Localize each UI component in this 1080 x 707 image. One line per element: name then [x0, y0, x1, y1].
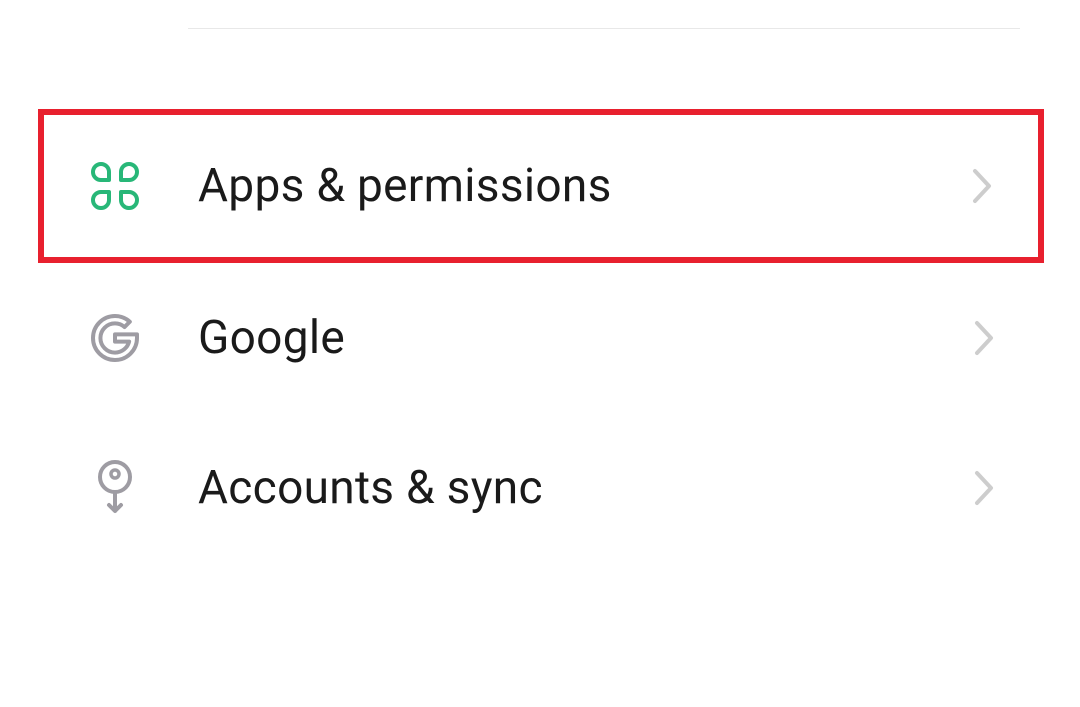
settings-item-accounts-sync[interactable]: Accounts & sync: [0, 413, 1080, 563]
settings-item-label: Accounts & sync: [198, 461, 968, 515]
google-icon: [88, 311, 142, 365]
apps-grid-icon: [88, 159, 142, 213]
chevron-right-icon: [966, 160, 998, 212]
settings-item-google[interactable]: Google: [0, 263, 1080, 413]
settings-item-label: Apps & permissions: [198, 159, 966, 213]
key-icon: [88, 461, 142, 515]
section-spacer: [0, 29, 1080, 109]
settings-item-label: Google: [198, 311, 968, 365]
settings-item-apps-permissions[interactable]: Apps & permissions: [44, 115, 1038, 257]
chevron-right-icon: [968, 462, 1000, 514]
highlight-box: Apps & permissions: [38, 109, 1044, 263]
chevron-right-icon: [968, 312, 1000, 364]
